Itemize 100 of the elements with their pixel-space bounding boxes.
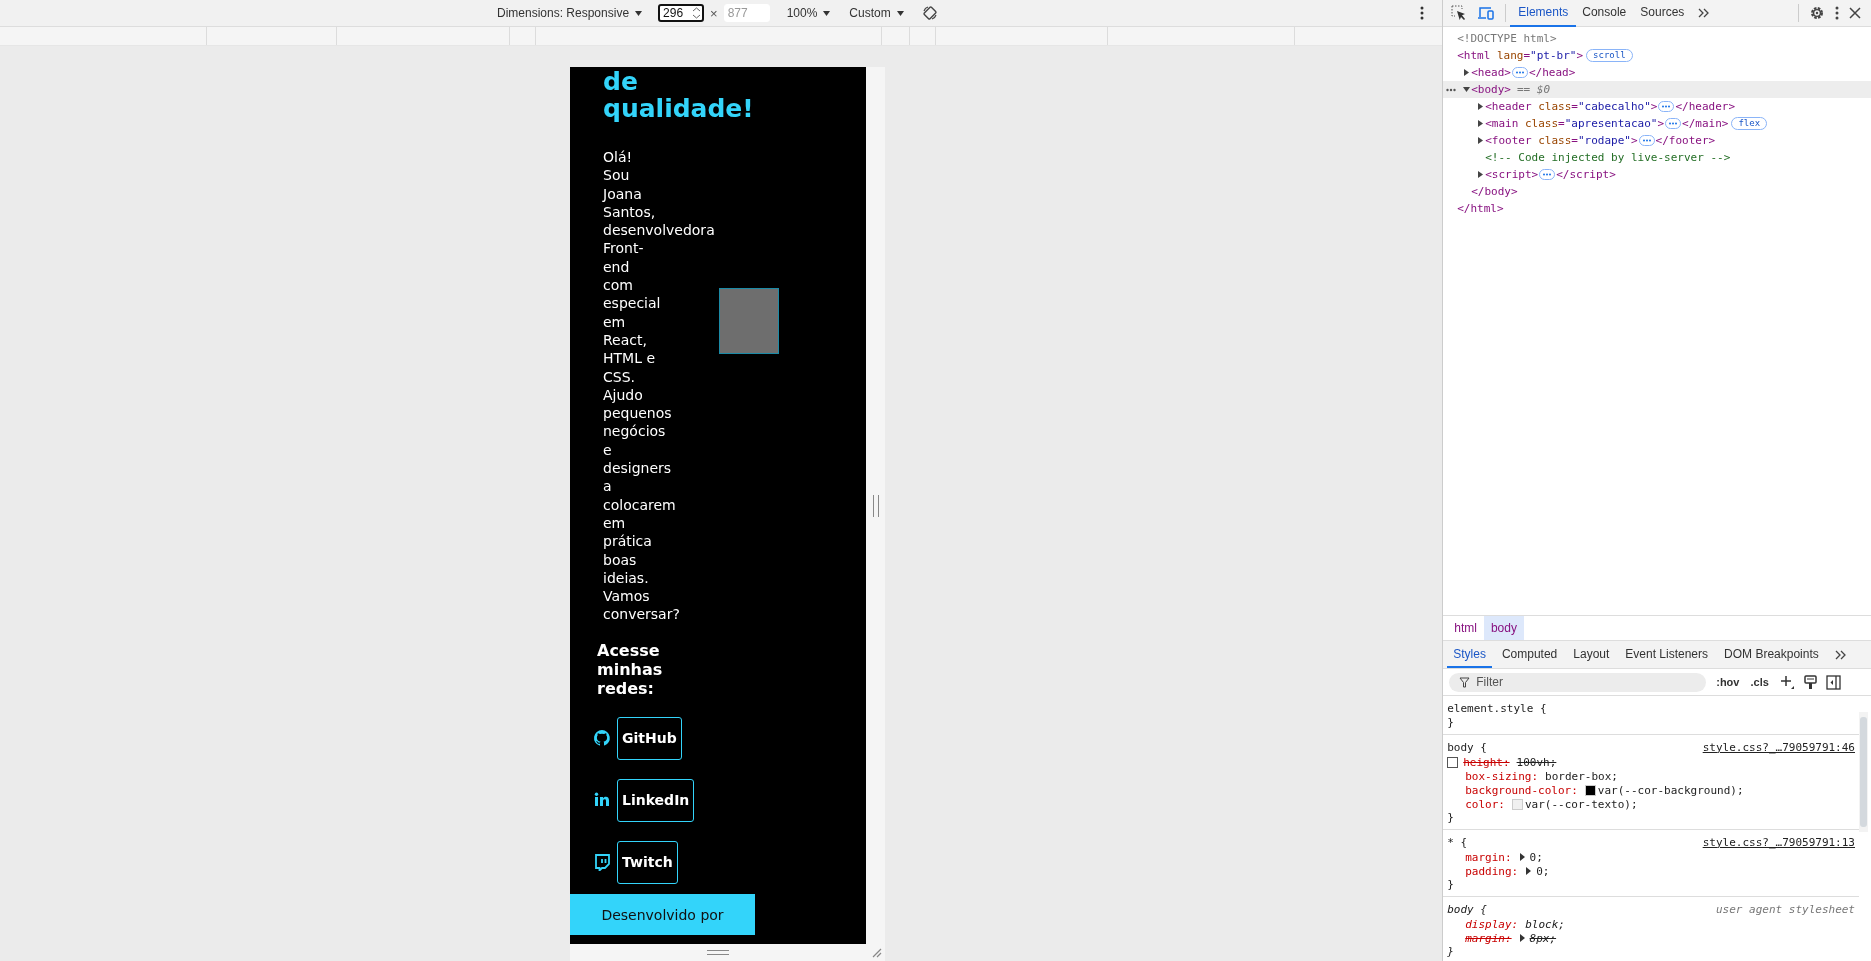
spinner-icon[interactable]	[692, 6, 702, 20]
closing-brace: }	[1447, 716, 1455, 731]
dom-node[interactable]: </body>	[1443, 183, 1871, 200]
times-sign: ×	[710, 5, 718, 21]
cat-logo-icon	[593, 729, 611, 748]
triangle-icon[interactable]	[1518, 934, 1526, 942]
inspect-icon[interactable]	[1451, 5, 1468, 21]
ellipsis-icon[interactable]	[1539, 169, 1556, 180]
sidebar-toggle-icon[interactable]	[1825, 674, 1841, 690]
speech-bubble-logo-icon	[593, 853, 611, 872]
triangle-icon[interactable]	[1477, 171, 1485, 178]
width-field[interactable]: 296	[658, 4, 705, 22]
more-tabs-icon[interactable]	[1834, 649, 1846, 660]
social-link[interactable]: LinkedIn	[617, 778, 695, 822]
more-tabs-icon[interactable]	[1698, 8, 1710, 18]
more-options-icon[interactable]	[1835, 6, 1839, 20]
css-selector: * {	[1447, 835, 1468, 849]
page-heading: de qualidade!	[603, 68, 754, 122]
triangle-icon[interactable]	[1463, 86, 1471, 93]
device-toggle-icon[interactable]	[1477, 5, 1496, 21]
scrollbar[interactable]	[1859, 712, 1868, 832]
paint-roller-icon[interactable]	[1803, 674, 1817, 690]
resize-handle[interactable]	[707, 950, 729, 955]
triangle-icon[interactable]	[1525, 867, 1533, 875]
panel-tab[interactable]: Layout	[1567, 641, 1616, 668]
css-value: 100vh;	[1516, 755, 1557, 769]
css-value: 8px;	[1529, 931, 1557, 945]
social-link[interactable]: Twitch	[617, 840, 678, 884]
css-value: var(--cor-texto);	[1525, 797, 1638, 811]
close-icon[interactable]	[1849, 7, 1861, 19]
css-selector: body {	[1447, 740, 1487, 754]
css-property: box-sizing:	[1465, 769, 1539, 783]
caret-icon	[895, 8, 905, 18]
css-property: background-color:	[1465, 783, 1578, 797]
photo-placeholder	[719, 288, 779, 354]
footer-credit: Desenvolvido por	[570, 893, 755, 935]
checkbox[interactable]	[1447, 756, 1459, 768]
dom-node[interactable]: <header class="cabecalho"> </header>	[1443, 98, 1871, 115]
more-options-icon[interactable]	[1420, 6, 1425, 20]
dom-node[interactable]: <html lang="pt-br"> scroll	[1443, 47, 1871, 64]
closing-brace: }	[1447, 811, 1455, 826]
dom-node[interactable]: <footer class="rodape"> </footer>	[1443, 132, 1871, 149]
css-property: height:	[1463, 755, 1510, 769]
css-value: 0;	[1536, 864, 1550, 878]
triangle-icon[interactable]	[1477, 120, 1485, 127]
ellipsis-icon[interactable]	[1446, 88, 1457, 92]
throttle-dropdown[interactable]: Custom	[846, 4, 908, 22]
triangle-icon[interactable]	[1463, 69, 1471, 76]
zoom-dropdown[interactable]: 100%	[783, 4, 835, 22]
dom-node[interactable]: <!-- Code injected by live-server -->	[1443, 149, 1871, 166]
css-value: var(--cor-background);	[1597, 783, 1744, 797]
triangle-icon[interactable]	[1518, 853, 1526, 861]
dimensions-dropdown[interactable]: Dimensions: Responsive	[494, 4, 647, 22]
social-link[interactable]: GitHub	[617, 716, 682, 760]
panel-tab[interactable]: Elements	[1510, 0, 1577, 27]
settings-icon[interactable]	[1809, 5, 1825, 21]
section-heading: Acesse minhas redes:	[597, 640, 663, 698]
toggle-button[interactable]: :hov	[1715, 676, 1741, 688]
css-value: block;	[1525, 917, 1565, 931]
dom-node[interactable]: <script> </script>	[1443, 166, 1871, 183]
css-property: color:	[1465, 797, 1505, 811]
panel-tab[interactable]: Event Listeners	[1619, 641, 1715, 668]
filter-field[interactable]: Filter	[1449, 672, 1707, 692]
ellipsis-icon[interactable]	[1665, 118, 1682, 129]
resize-corner-icon[interactable]	[872, 948, 882, 958]
plus-icon[interactable]	[1778, 674, 1795, 690]
rotate-icon[interactable]	[921, 5, 938, 21]
triangle-icon[interactable]	[1477, 103, 1485, 110]
css-selector: element.style {	[1447, 701, 1547, 715]
triangle-icon[interactable]	[1477, 137, 1485, 144]
caret-icon	[634, 8, 644, 18]
toggle-button[interactable]: .cls	[1749, 676, 1770, 688]
height-field[interactable]: 877	[723, 4, 770, 22]
color-swatch[interactable]	[1584, 784, 1596, 796]
dom-node[interactable]: </html>	[1443, 200, 1871, 217]
css-selector: body {	[1447, 902, 1487, 916]
breadcrumb[interactable]: body	[1483, 616, 1524, 640]
panel-tab[interactable]: DOM Breakpoints	[1718, 641, 1825, 668]
panel-tab[interactable]: Sources	[1632, 0, 1693, 27]
color-swatch[interactable]	[1512, 798, 1523, 810]
dom-node[interactable]: <!DOCTYPE html>	[1443, 30, 1871, 47]
panel-tab[interactable]: Styles	[1447, 641, 1492, 668]
ellipsis-icon[interactable]	[1512, 67, 1528, 78]
css-property: margin:	[1465, 931, 1512, 945]
panel-tab[interactable]: Computed	[1495, 641, 1564, 668]
css-property: padding:	[1465, 864, 1519, 878]
closing-brace: }	[1447, 945, 1455, 960]
ellipsis-icon[interactable]	[1658, 101, 1675, 112]
css-value: 0;	[1529, 850, 1543, 864]
dom-node[interactable]: <main class="apresentacao"> </main> flex	[1443, 115, 1871, 132]
css-property: margin:	[1465, 850, 1512, 864]
source-link[interactable]: style.css?_…79059791:13	[1702, 835, 1855, 849]
source-link[interactable]: style.css?_…79059791:46	[1702, 740, 1855, 754]
dom-node[interactable]: <body> == $0	[1443, 81, 1871, 98]
dom-node[interactable]: <head> </head>	[1443, 64, 1871, 81]
panel-tab[interactable]: Console	[1574, 0, 1635, 27]
ellipsis-icon[interactable]	[1638, 135, 1655, 146]
resize-handle[interactable]	[872, 494, 879, 517]
breadcrumb[interactable]: html	[1447, 616, 1484, 640]
filter-icon	[1459, 676, 1471, 688]
